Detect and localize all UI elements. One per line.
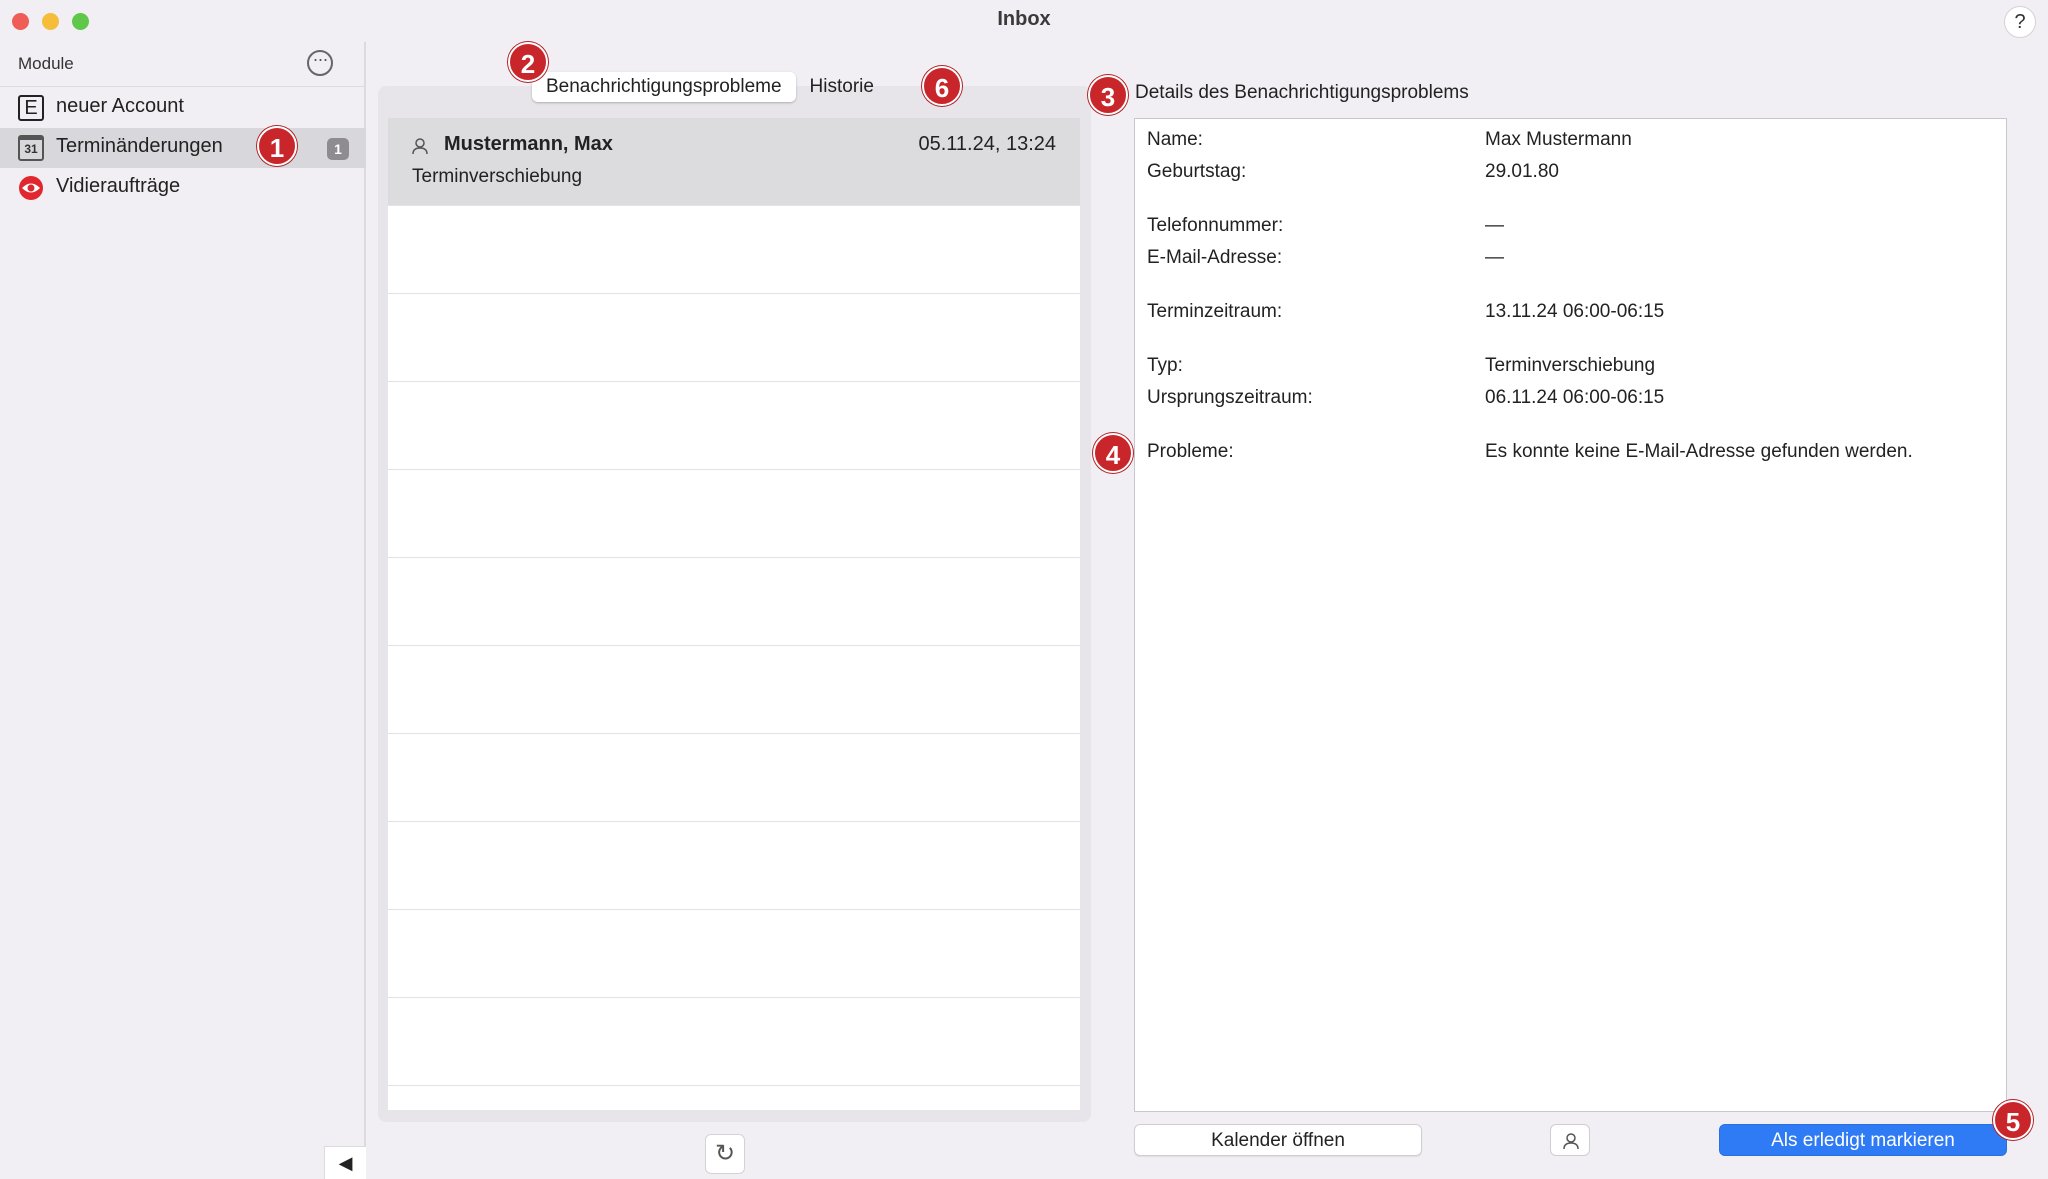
sidebar-header: Module: [18, 54, 74, 73]
divider: [0, 86, 366, 87]
detail-value-original-period: 06.11.24 06:00-06:15: [1485, 387, 1665, 408]
refresh-icon[interactable]: ↻: [705, 1134, 745, 1174]
window-title: Inbox: [997, 8, 1051, 30]
tab-bar: Benachrichtigungsprobleme Historie: [532, 72, 888, 102]
callout-marker-3: 3: [1088, 75, 1128, 115]
sidebar-item-label: Terminänderungen: [56, 135, 223, 157]
detail-label-email: E-Mail-Adresse:: [1147, 247, 1283, 268]
row-date: 05.11.24, 13:24: [918, 133, 1056, 155]
detail-label-name: Name:: [1147, 129, 1203, 150]
detail-label-problems: Probleme:: [1147, 441, 1234, 462]
sidebar-item-label: Vidieraufträge: [56, 175, 181, 197]
callout-marker-2: 2: [508, 42, 548, 82]
empty-list-row: [388, 646, 1080, 734]
help-button[interactable]: ?: [2004, 6, 2036, 38]
sidebar-item-vidierauftraege[interactable]: Vidieraufträge: [0, 168, 366, 208]
sidebar-item-label: neuer Account: [56, 95, 184, 117]
list-item[interactable]: Mustermann, Max 05.11.24, 13:24 Terminve…: [388, 118, 1080, 206]
detail-label-phone: Telefonnummer:: [1147, 215, 1284, 236]
empty-list-row: [388, 822, 1080, 910]
detail-value-birthday: 29.01.80: [1485, 161, 1559, 182]
tab-historie[interactable]: Historie: [796, 72, 888, 102]
empty-list-row: [388, 998, 1080, 1086]
person-icon: [1563, 1133, 1579, 1150]
person-icon: [412, 138, 428, 155]
empty-list-row: [388, 206, 1080, 294]
empty-list-row: [388, 382, 1080, 470]
detail-value-phone: —: [1485, 215, 1504, 236]
empty-list-row: [388, 558, 1080, 646]
details-panel: Name: Max Mustermann Geburtstag: 29.01.8…: [1134, 118, 2007, 1112]
app-window: Inbox ? Module ··· E neuer Account 31 Te…: [0, 0, 2048, 1179]
notification-list: Mustermann, Max 05.11.24, 13:24 Terminve…: [388, 118, 1080, 1110]
row-name: Mustermann, Max: [444, 133, 613, 155]
callout-marker-6: 6: [922, 66, 962, 106]
detail-value-name: Max Mustermann: [1485, 129, 1632, 150]
eye-icon: [19, 176, 43, 200]
detail-value-appointment-period: 13.11.24 06:00-06:15: [1485, 301, 1665, 322]
empty-list-row: [388, 470, 1080, 558]
collapse-sidebar-button[interactable]: ◀: [324, 1146, 366, 1179]
callout-marker-1: 1: [257, 126, 297, 166]
empty-list-row: [388, 734, 1080, 822]
calendar-icon: 31: [18, 135, 44, 161]
ellipsis-icon[interactable]: ···: [307, 50, 333, 76]
empty-list-row: [388, 294, 1080, 382]
details-title: Details des Benachrichtigungsproblems: [1135, 82, 1469, 103]
detail-value-email: —: [1485, 247, 1504, 268]
e-letter-icon: E: [18, 95, 44, 121]
sidebar-item-neuer-account[interactable]: E neuer Account: [0, 88, 366, 128]
detail-label-birthday: Geburtstag:: [1147, 161, 1247, 182]
detail-label-original-period: Ursprungszeitraum:: [1147, 387, 1313, 408]
detail-label-appointment-period: Terminzeitraum:: [1147, 301, 1283, 322]
empty-list-row: [388, 910, 1080, 998]
mark-done-button[interactable]: Als erledigt markieren: [1719, 1124, 2007, 1156]
sidebar: Module ··· E neuer Account 31 Terminände…: [0, 42, 366, 1179]
title-bar: Inbox ?: [0, 0, 2048, 42]
callout-marker-4: 4: [1093, 433, 1133, 473]
tab-benachrichtigungsprobleme[interactable]: Benachrichtigungsprobleme: [532, 72, 796, 102]
person-button[interactable]: [1550, 1124, 1590, 1156]
detail-value-type: Terminverschiebung: [1485, 355, 1656, 376]
count-badge: 1: [327, 138, 349, 160]
open-calendar-button[interactable]: Kalender öffnen: [1134, 1124, 1422, 1156]
row-type: Terminverschiebung: [412, 166, 583, 187]
sidebar-item-terminaenderungen[interactable]: 31 Terminänderungen 1: [0, 128, 366, 168]
notification-list-panel: Mustermann, Max 05.11.24, 13:24 Terminve…: [378, 86, 1091, 1122]
callout-marker-5: 5: [1993, 1100, 2033, 1140]
detail-value-problems: Es konnte keine E-Mail-Adresse gefunden …: [1485, 441, 1913, 462]
detail-label-type: Typ:: [1147, 355, 1183, 376]
